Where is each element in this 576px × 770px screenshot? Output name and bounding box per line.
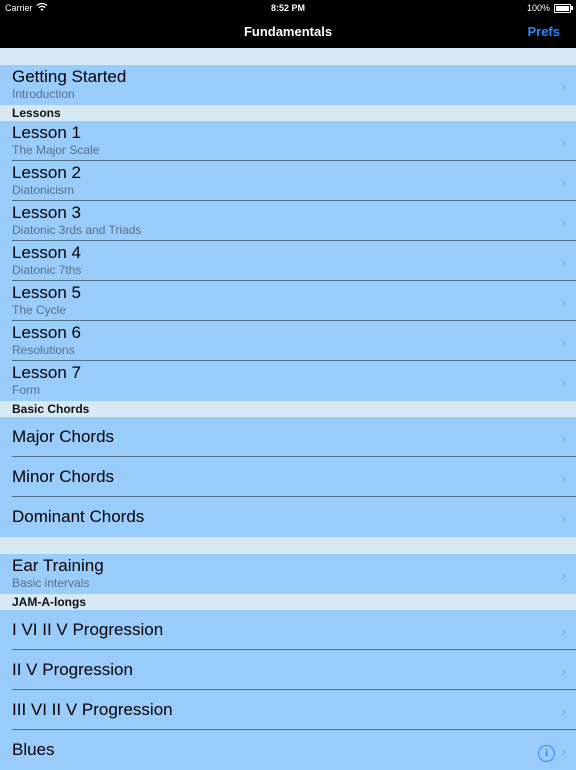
lesson-list: Getting Started Introduction › Lessons L… [0, 48, 576, 770]
section-header-jam-a-longs: JAM-A-longs [0, 594, 576, 610]
chevron-right-icon: › [561, 663, 566, 679]
row-blues[interactable]: Blues › [0, 730, 576, 770]
row-title: Lesson 5 [12, 283, 81, 302]
row-getting-started[interactable]: Getting Started Introduction › [0, 65, 576, 105]
chevron-right-icon: › [561, 294, 566, 310]
row-title: I VI II V Progression [12, 620, 164, 639]
row-subtitle: The Cycle [12, 303, 67, 317]
section-gap [0, 48, 576, 65]
chevron-right-icon: › [561, 567, 566, 583]
row-jam-3[interactable]: III VI II V Progression › [0, 690, 576, 730]
row-dominant-chords[interactable]: Dominant Chords › [0, 497, 576, 537]
chevron-right-icon: › [561, 214, 566, 230]
row-subtitle: Basic intervals [12, 576, 90, 590]
row-title: Ear Training [12, 556, 104, 575]
status-time: 8:52 PM [270, 3, 305, 13]
row-jam-1[interactable]: I VI II V Progression › [0, 610, 576, 650]
row-jam-2[interactable]: II V Progression › [0, 650, 576, 690]
row-title: Major Chords [12, 427, 115, 446]
navigation-bar: Fundamentals Prefs [0, 16, 576, 48]
row-title: Getting Started [12, 67, 127, 86]
row-lesson-1[interactable]: Lesson 1 The Major Scale › [0, 121, 576, 161]
battery-tip [571, 6, 573, 10]
row-lesson-4[interactable]: Lesson 4 Diatonic 7ths › [0, 241, 576, 281]
row-lesson-6[interactable]: Lesson 6 Resolutions › [0, 321, 576, 361]
row-subtitle: Diatonic 3rds and Triads [12, 223, 142, 237]
row-title: Minor Chords [12, 467, 115, 486]
row-title: Lesson 1 [12, 123, 81, 142]
section-header-lessons: Lessons [0, 105, 576, 121]
chevron-right-icon: › [561, 174, 566, 190]
chevron-right-icon: › [561, 430, 566, 446]
row-minor-chords[interactable]: Minor Chords › [0, 457, 576, 497]
row-subtitle: Diatonicism [12, 183, 75, 197]
row-title: III VI II V Progression [12, 700, 173, 719]
section-header-basic-chords: Basic Chords [0, 401, 576, 417]
row-title: Lesson 4 [12, 243, 81, 262]
section-gap [0, 537, 576, 554]
row-subtitle: Diatonic 7ths [12, 263, 82, 277]
row-title: Lesson 7 [12, 363, 81, 382]
page-title: Fundamentals [243, 24, 333, 39]
prefs-button[interactable]: Prefs [527, 24, 560, 39]
info-icon[interactable]: i [538, 745, 555, 762]
row-title: Dominant Chords [12, 507, 145, 526]
row-subtitle: Form [12, 383, 40, 397]
row-lesson-5[interactable]: Lesson 5 The Cycle › [0, 281, 576, 321]
row-major-chords[interactable]: Major Chords › [0, 417, 576, 457]
row-subtitle: Introduction [12, 87, 75, 101]
row-lesson-3[interactable]: Lesson 3 Diatonic 3rds and Triads › [0, 201, 576, 241]
row-title: Blues [12, 740, 55, 759]
row-title: Lesson 6 [12, 323, 81, 342]
status-bar: Carrier 8:52 PM 100% [0, 0, 576, 16]
row-title: Lesson 3 [12, 203, 81, 222]
chevron-right-icon: › [561, 510, 566, 526]
chevron-right-icon: › [561, 374, 566, 390]
chevron-right-icon: › [561, 703, 566, 719]
row-subtitle: Resolutions [12, 343, 75, 357]
chevron-right-icon: › [561, 254, 566, 270]
row-ear-training[interactable]: Ear Training Basic intervals › [0, 554, 576, 594]
chevron-right-icon: › [561, 470, 566, 486]
row-title: Lesson 2 [12, 163, 81, 182]
chevron-right-icon: › [561, 623, 566, 639]
chevron-right-icon: › [561, 743, 566, 759]
row-lesson-7[interactable]: Lesson 7 Form › [0, 361, 576, 401]
row-title: II V Progression [12, 660, 133, 679]
chevron-right-icon: › [561, 334, 566, 350]
battery-percent: 100% [526, 3, 550, 13]
row-lesson-2[interactable]: Lesson 2 Diatonicism › [0, 161, 576, 201]
row-subtitle: The Major Scale [12, 143, 100, 157]
chevron-right-icon: › [561, 134, 566, 150]
chevron-right-icon: › [561, 78, 566, 94]
battery-icon [554, 4, 571, 13]
